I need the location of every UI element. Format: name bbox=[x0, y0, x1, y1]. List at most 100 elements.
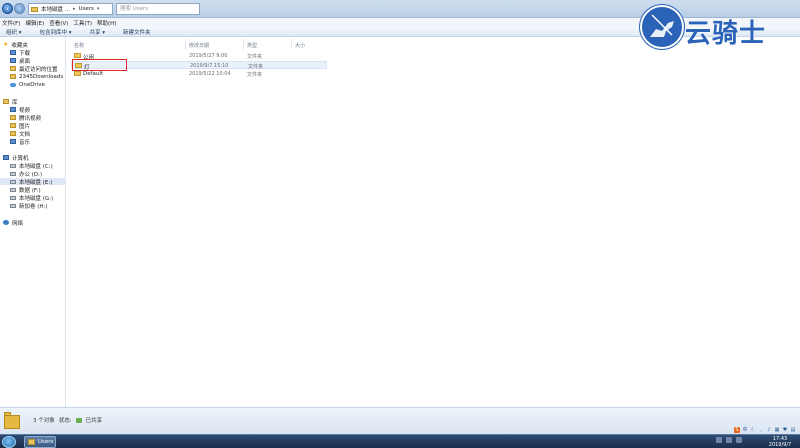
menu-edit[interactable]: 编辑(E) bbox=[25, 19, 44, 27]
sidebar-label: 腾讯视频 bbox=[19, 115, 42, 122]
sidebar-favorites[interactable]: ★ 收藏夹 bbox=[3, 41, 28, 49]
state-value: 已共享 bbox=[85, 418, 103, 424]
drive-icon bbox=[10, 179, 16, 184]
file-type: 文件夹 bbox=[248, 64, 264, 70]
sidebar-item-videos[interactable]: 视频 bbox=[10, 106, 31, 114]
microphone-icon[interactable]: ♪ bbox=[766, 427, 772, 433]
sidebar-label: 本地磁盘 (C:) bbox=[19, 163, 53, 170]
file-date: 2019/5/22 10:04 bbox=[189, 71, 231, 77]
breadcrumb-users[interactable]: Users bbox=[79, 6, 94, 12]
sidebar-item-downloads[interactable]: 下载 bbox=[10, 49, 31, 57]
sidebar-item-tencent-video[interactable]: 腾讯视频 bbox=[10, 114, 42, 122]
punctuation-icon[interactable]: , bbox=[758, 427, 764, 433]
column-divider[interactable] bbox=[185, 39, 186, 49]
sidebar-libraries[interactable]: 库 bbox=[3, 98, 18, 106]
toolbox-icon[interactable]: ▤ bbox=[790, 427, 796, 433]
sidebar-item-drive-g[interactable]: 本地磁盘 (G:) bbox=[10, 194, 54, 202]
sidebar-label: 计算机 bbox=[12, 155, 29, 162]
watermark-text: 云骑士 bbox=[684, 19, 767, 50]
folder-icon bbox=[74, 53, 81, 58]
sidebar-label: 新加卷 (H:) bbox=[19, 203, 48, 210]
sidebar-item-recent[interactable]: 最近访问的位置 bbox=[10, 65, 58, 73]
sidebar-item-documents[interactable]: 文档 bbox=[10, 130, 31, 138]
column-divider[interactable] bbox=[291, 39, 292, 49]
sidebar-item-drive-h[interactable]: 新加卷 (H:) bbox=[10, 202, 48, 210]
search-input[interactable]: 搜索 Users bbox=[116, 3, 200, 15]
volume-icon[interactable] bbox=[726, 437, 732, 443]
recent-places-icon bbox=[10, 66, 16, 71]
sidebar-label: 库 bbox=[12, 99, 18, 106]
menu-file[interactable]: 文件(F) bbox=[2, 19, 20, 27]
sidebar-label: 2345Downloads bbox=[19, 73, 64, 80]
sidebar-label: 办公 (D:) bbox=[19, 171, 43, 178]
status-bar: 3 个对象 状态: 已共享 bbox=[0, 407, 800, 434]
menu-help[interactable]: 帮助(H) bbox=[97, 19, 116, 27]
keyboard-icon[interactable]: ▦ bbox=[774, 427, 780, 433]
video-icon bbox=[10, 107, 16, 112]
folder-icon bbox=[28, 439, 35, 445]
star-icon: ★ bbox=[3, 41, 9, 48]
sogou-ime-icon[interactable]: S bbox=[734, 426, 740, 433]
folder-icon bbox=[74, 71, 81, 76]
column-header-name[interactable]: 名称 bbox=[74, 42, 84, 49]
taskbar-explorer-button[interactable]: Users bbox=[24, 436, 56, 448]
skin-icon[interactable]: ♥ bbox=[782, 427, 788, 433]
file-type: 文件夹 bbox=[247, 72, 263, 78]
column-header-date[interactable]: 修改日期 bbox=[189, 42, 209, 49]
column-header-type[interactable]: 类型 bbox=[247, 42, 257, 49]
address-bar[interactable]: 本地磁盘 ... ▸ Users ▾ bbox=[28, 3, 113, 15]
sidebar-computer[interactable]: 计算机 bbox=[3, 154, 29, 162]
chevron-right-icon[interactable]: ▸ bbox=[73, 6, 76, 12]
watermark-logo: 云骑士 bbox=[640, 5, 800, 55]
drive-icon bbox=[10, 163, 16, 168]
sidebar-label: 下载 bbox=[19, 50, 31, 57]
column-divider[interactable] bbox=[243, 39, 244, 49]
sidebar-label: 音乐 bbox=[19, 139, 31, 146]
new-folder-button[interactable]: 新建文件夹 bbox=[123, 28, 151, 36]
chevron-down-icon[interactable]: ▾ bbox=[97, 6, 100, 12]
sidebar-item-onedrive[interactable]: OneDrive bbox=[10, 81, 45, 88]
object-count: 3 个对象 bbox=[33, 418, 55, 424]
state-label: 状态: bbox=[58, 418, 72, 424]
back-button[interactable]: ‹ bbox=[2, 3, 13, 14]
sidebar-item-drive-c[interactable]: 本地磁盘 (C:) bbox=[10, 162, 53, 170]
drive-icon bbox=[10, 171, 16, 176]
network-tray-icon[interactable] bbox=[716, 437, 722, 443]
menu-view[interactable]: 查看(V) bbox=[49, 19, 68, 27]
clock[interactable]: 17:43 2019/9/7 bbox=[762, 436, 798, 448]
menu-tools[interactable]: 工具(T) bbox=[73, 19, 92, 27]
chinese-mode-icon[interactable]: 中 bbox=[742, 427, 748, 433]
sidebar-label: 网络 bbox=[12, 220, 24, 227]
forward-button[interactable]: › bbox=[14, 3, 25, 14]
file-row-default[interactable]: Default 2019/5/22 10:04 文件夹 bbox=[71, 70, 327, 78]
taskbar-window-label: Users bbox=[38, 439, 54, 445]
computer-icon bbox=[3, 155, 9, 160]
clock-date: 2019/9/7 bbox=[768, 442, 792, 448]
folder-icon bbox=[31, 6, 38, 12]
include-in-library-button[interactable]: 包含到库中 ▾ bbox=[40, 28, 72, 36]
download-folder-icon bbox=[10, 50, 16, 55]
picture-icon bbox=[10, 123, 16, 128]
sidebar-item-desktop[interactable]: 桌面 bbox=[10, 57, 30, 65]
sidebar-label: 文档 bbox=[19, 131, 31, 138]
column-header-size[interactable]: 大小 bbox=[295, 42, 305, 49]
sidebar-label: 本地磁盘 (G:) bbox=[19, 195, 54, 202]
start-button[interactable] bbox=[2, 436, 16, 448]
navigation-pane: ★ 收藏夹 下载 桌面 最近访问的位置 2345Downloads OneDri… bbox=[0, 37, 66, 407]
sidebar-label: OneDrive bbox=[19, 81, 45, 88]
sidebar-label: 视频 bbox=[19, 107, 31, 114]
desktop-icon bbox=[10, 58, 16, 63]
sidebar-network[interactable]: 网络 bbox=[3, 219, 24, 227]
sidebar-item-music[interactable]: 音乐 bbox=[10, 138, 31, 146]
breadcrumb-drive[interactable]: 本地磁盘 ... bbox=[41, 5, 70, 13]
sidebar-item-2345downloads[interactable]: 2345Downloads bbox=[10, 73, 63, 80]
moon-icon[interactable]: ☾ bbox=[750, 427, 756, 433]
sidebar-item-drive-e[interactable]: 本地磁盘 (E:) bbox=[0, 178, 66, 186]
sidebar-item-pictures[interactable]: 图片 bbox=[10, 122, 30, 130]
sidebar-item-drive-f[interactable]: 数据 (F:) bbox=[10, 186, 41, 194]
flag-icon[interactable] bbox=[736, 437, 742, 443]
organize-button[interactable]: 组织 ▾ bbox=[6, 28, 22, 36]
sidebar-item-drive-d[interactable]: 办公 (D:) bbox=[10, 170, 43, 178]
share-button[interactable]: 共享 ▾ bbox=[90, 28, 106, 36]
file-name: Default bbox=[83, 71, 104, 77]
